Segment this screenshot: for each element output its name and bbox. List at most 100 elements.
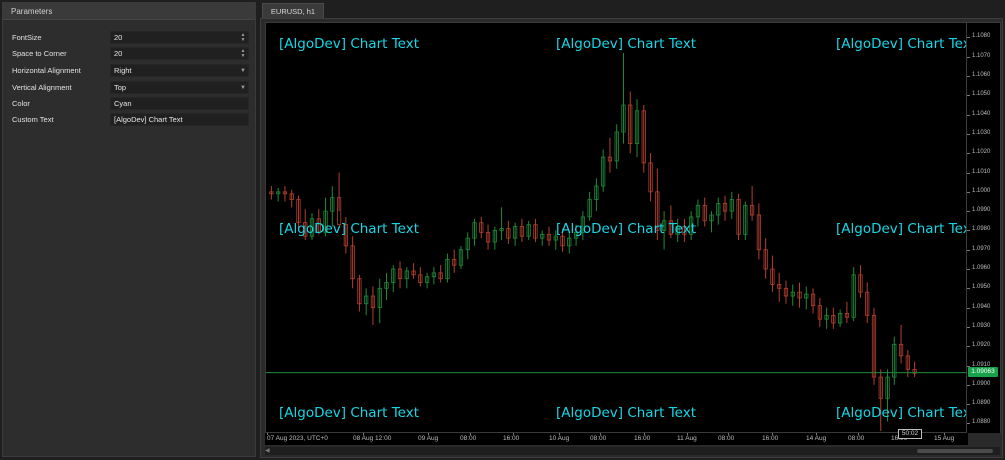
chart-scrollbar[interactable]: ◀ [265, 447, 1000, 455]
price-tick [967, 269, 970, 271]
candle [844, 301, 850, 324]
color-input[interactable]: Cyan [110, 97, 249, 110]
overlay-text-bottom-center: [AlgoDev] Chart Text [556, 405, 697, 421]
candle [425, 272, 430, 289]
overlay-text-middle-center: [AlgoDev] Chart Text [556, 221, 697, 237]
candle [465, 232, 470, 260]
param-row-horizontal-alignment: Horizontal Alignment Right ▼ [3, 64, 255, 78]
chevron-down-icon[interactable]: ▼ [240, 65, 246, 77]
param-label-color: Color [12, 99, 30, 108]
param-label-space-to-corner: Space to Corner [12, 49, 67, 58]
candle [851, 267, 856, 322]
candle [513, 222, 518, 246]
candle [357, 274, 362, 312]
candle [499, 207, 504, 241]
candle [364, 288, 369, 316]
spin-arrows-icon[interactable]: ▲ ▼ [240, 49, 246, 59]
scroll-thumb[interactable] [917, 449, 993, 453]
param-label-custom-text: Custom Text [12, 115, 54, 124]
candle [736, 193, 741, 241]
candle [587, 191, 592, 221]
time-label: 07 Aug 2023, UTC+0 [267, 435, 328, 442]
param-row-custom-text: Custom Text [AlgoDev] Chart Text [3, 113, 255, 127]
candle [452, 249, 457, 273]
parameters-panel-title: Parameters [3, 3, 255, 20]
space-to-corner-input[interactable]: 20 ▲ ▼ [110, 47, 249, 60]
vertical-alignment-select[interactable]: Top ▼ [110, 81, 249, 94]
custom-text-input[interactable]: [AlgoDev] Chart Text [110, 113, 249, 126]
candle [743, 201, 748, 241]
price-label: 1.1060 [972, 72, 991, 79]
vertical-alignment-value: Top [114, 83, 127, 92]
candle [628, 91, 633, 154]
price-tick [967, 133, 970, 135]
candle [607, 137, 613, 173]
candle [892, 336, 897, 385]
chart-plot-area[interactable]: [AlgoDev] Chart Text [AlgoDev] Chart Tex… [265, 22, 967, 433]
candle [614, 124, 619, 169]
spin-arrows-icon[interactable]: ▲ ▼ [240, 33, 246, 43]
candle [763, 238, 768, 279]
horizontal-alignment-value: Right [114, 66, 132, 75]
candle [648, 153, 653, 202]
candle [492, 226, 497, 250]
fontsize-input[interactable]: 20 ▲ ▼ [110, 31, 249, 44]
overlay-text-bottom-right: [AlgoDev] Chart Text [836, 405, 967, 421]
overlay-text-bottom-left: [AlgoDev] Chart Text [279, 405, 420, 421]
time-label: 16:00 [634, 435, 651, 442]
price-tick [967, 423, 970, 425]
price-label: 1.1030 [972, 129, 991, 136]
candle [722, 195, 728, 221]
price-label: 1.1070 [972, 52, 991, 59]
candle [804, 286, 809, 310]
candle [770, 255, 775, 293]
candle [783, 280, 789, 304]
time-scale[interactable]: 07 Aug 2023, UTC+0 08 Aug 12:00 09 Aug 08:0… [265, 433, 968, 445]
price-label: 1.0950 [972, 284, 991, 291]
price-label: 1.0940 [972, 303, 991, 310]
candle [540, 230, 545, 246]
param-row-space-to-corner: Space to Corner 20 ▲ ▼ [3, 47, 255, 61]
candle [641, 105, 646, 173]
bar-countdown: 50:02 [898, 429, 922, 439]
time-label: 08:00 [718, 435, 735, 442]
time-label: 16:00 [503, 435, 520, 442]
parameters-panel: Parameters FontSize 20 ▲ ▼ Space to Corne… [2, 2, 256, 457]
candle [445, 253, 450, 283]
candle [533, 218, 538, 243]
price-tick [967, 95, 970, 97]
overlay-text-middle-right: [AlgoDev] Chart Text [836, 221, 967, 237]
price-label: 1.0890 [972, 400, 991, 407]
candle [871, 307, 877, 385]
price-tick [967, 153, 970, 155]
price-tick [967, 172, 970, 174]
candle [824, 307, 829, 329]
color-value: Cyan [114, 99, 132, 108]
price-label: 1.1010 [972, 168, 991, 175]
candle [634, 99, 640, 158]
price-tick [967, 191, 970, 193]
candle [709, 211, 714, 233]
candle [526, 220, 531, 241]
candle [370, 286, 376, 325]
price-tick [967, 326, 970, 328]
time-label: 10 Aug [549, 435, 570, 442]
horizontal-alignment-select[interactable]: Right ▼ [110, 64, 249, 77]
candle [594, 178, 599, 212]
candle [810, 288, 816, 314]
time-label: 14 Aug [806, 435, 827, 442]
candle [621, 52, 626, 144]
scroll-left-icon[interactable]: ◀ [265, 447, 270, 455]
chevron-down-icon[interactable]: ▼ [240, 82, 246, 94]
param-label-fontsize: FontSize [12, 33, 42, 42]
candle [276, 187, 281, 202]
candle [790, 284, 795, 306]
time-label: 09 Aug [418, 435, 439, 442]
chart-tab[interactable]: EURUSD, h1 [262, 3, 324, 18]
price-label: 1.1050 [972, 91, 991, 98]
candle [729, 191, 734, 219]
candle [506, 220, 511, 244]
candle [831, 307, 836, 329]
param-row-vertical-alignment: Vertical Alignment Top ▼ [3, 81, 255, 95]
candle [878, 369, 883, 432]
